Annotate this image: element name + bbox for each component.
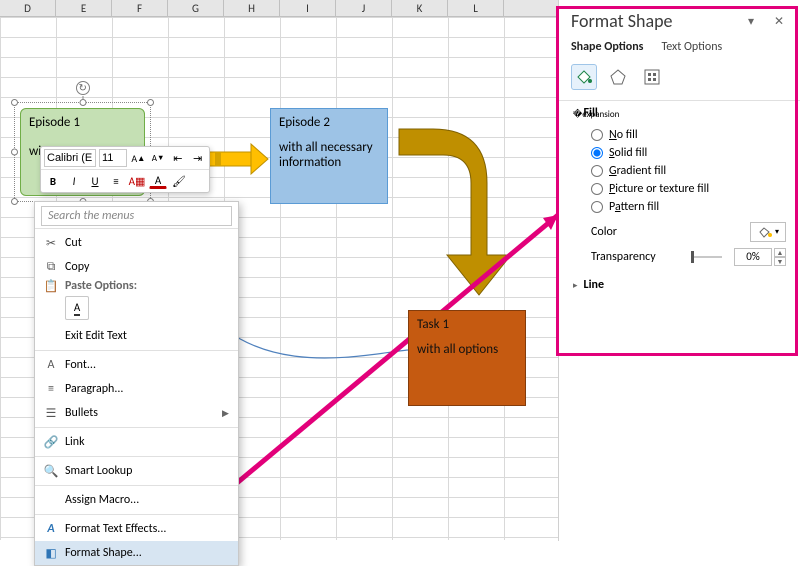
clipboard-icon: 📋 [41,279,61,294]
menu-paragraph[interactable]: ≡ Paragraph... [35,377,238,401]
format-shape-icon: ◧ [41,546,61,561]
shape-blue-title: Episode 2 [279,115,379,130]
col-F[interactable]: F [112,0,168,16]
shape-episode-2[interactable]: Episode 2 with all necessary information [270,108,388,204]
shrink-font-icon[interactable]: A▼ [150,149,167,167]
menu-cut[interactable]: ✂ Cut [35,231,238,255]
chevron-right-icon: ▶ [222,408,238,419]
dec-indent-icon[interactable]: ⇥ [189,149,206,167]
menu-exit-edit-text[interactable]: Exit Edit Text [35,324,238,348]
underline-button[interactable]: U [86,172,104,190]
col-H[interactable]: H [224,0,280,16]
spreadsheet-sheet[interactable]: D E F G H I J K L Episode 1 wi [0,0,559,540]
font-size-select[interactable] [99,149,127,167]
format-painter-icon[interactable]: 🖌 [170,172,188,190]
format-shape-panel[interactable]: Format Shape ▾ ✕ Shape Options Text Opti… [558,0,800,541]
paste-keep-text-button[interactable]: A [65,296,89,320]
menu-format-text-effects[interactable]: A Format Text Effects... [35,517,238,541]
grow-font-icon[interactable]: A▲ [130,149,147,167]
font-color-icon[interactable]: A [149,174,167,189]
menu-assign-macro[interactable]: Assign Macro... [35,488,238,512]
paint-bucket-small-icon [757,225,773,239]
paragraph-icon: ≡ [41,382,61,396]
col-E[interactable]: E [56,0,112,16]
radio-picture-fill[interactable]: Picture or texture fill [591,180,786,198]
italic-button[interactable]: I [65,172,83,190]
paint-bucket-icon [575,68,593,86]
menu-paste-heading: 📋 Paste Options: [35,279,238,294]
pentagon-icon [609,68,627,86]
link-icon: 🔗 [41,435,61,450]
radio-pattern-fill[interactable]: Pattern fill [591,198,786,216]
color-label: Color [591,225,683,239]
search-icon: 🔍 [41,464,61,479]
line-section-header[interactable]: ▸ Line [573,278,786,292]
menu-smart-lookup[interactable]: 🔍 Smart Lookup [35,459,238,483]
radio-gradient-fill[interactable]: Gradient fill [591,162,786,180]
menu-font[interactable]: A Font... [35,353,238,377]
menu-format-shape[interactable]: ◧ Format Shape... [35,541,238,565]
menu-bullets[interactable]: ☰ Bullets ▶ [35,401,238,425]
menu-copy[interactable]: ⧉ Copy [35,255,238,279]
shape-blue-body: with all necessary information [279,140,379,170]
font-family-select[interactable] [44,149,96,167]
scissors-icon: ✂ [41,236,61,251]
shape-orange-body: with all options [417,342,517,357]
context-menu[interactable]: Search the menus ✂ Cut ⧉ Copy 📋 Paste Op… [34,201,239,566]
effects-tab-icon[interactable] [605,64,631,90]
radio-no-fill[interactable]: NNo fillo fill [591,126,786,144]
col-G[interactable]: G [168,0,224,16]
chevron-right-icon: ▸ [573,280,578,291]
col-I[interactable]: I [280,0,336,16]
close-icon[interactable]: ✕ [770,12,788,30]
transparency-spinner[interactable]: ▲▼ [774,248,786,266]
column-headers: D E F G H I J K L [0,0,559,17]
bullets-icon: ☰ [41,406,61,421]
bold-button[interactable]: B [44,172,62,190]
copy-icon: ⧉ [41,260,61,274]
col-D[interactable]: D [0,0,56,16]
align-icon[interactable]: ≡ [107,172,125,190]
tab-text-options[interactable]: Text Options [661,40,722,54]
fill-color-icon[interactable]: A▦ [128,172,146,190]
menu-link[interactable]: 🔗 Link [35,430,238,454]
panel-title: Format Shape [571,10,673,32]
radio-solid-fill[interactable]: Solid fill [591,144,786,162]
transparency-value[interactable]: 0% [734,248,772,266]
fill-line-tab-icon[interactable] [571,64,597,90]
paste-text-icon: A [74,301,80,316]
col-J[interactable]: J [336,0,392,16]
shape-green-title: Episode 1 [29,115,136,130]
font-icon: A [41,358,61,372]
inc-indent-icon[interactable]: ⇤ [170,149,187,167]
col-K[interactable]: K [392,0,448,16]
transparency-slider[interactable] [691,256,722,258]
panel-dropdown-icon[interactable]: ▾ [742,12,760,30]
fill-color-picker[interactable]: ▾ [750,222,786,242]
shape-task-1[interactable]: Task 1 with all options [408,310,526,406]
shape-orange-title: Task 1 [417,317,517,332]
tab-shape-options[interactable]: Shape Options [571,40,643,54]
menu-search-input[interactable]: Search the menus [41,206,232,226]
mini-toolbar[interactable]: A▲ A▼ ⇤ ⇥ B I U ≡ A▦ A 🖌 [40,146,210,193]
chevron-down-icon: ▾ [573,108,578,119]
transparency-label: Transparency [591,250,683,264]
col-L[interactable]: L [448,0,504,16]
size-tab-icon[interactable] [639,64,665,90]
size-props-icon [643,68,661,86]
text-effects-icon: A [41,522,61,536]
